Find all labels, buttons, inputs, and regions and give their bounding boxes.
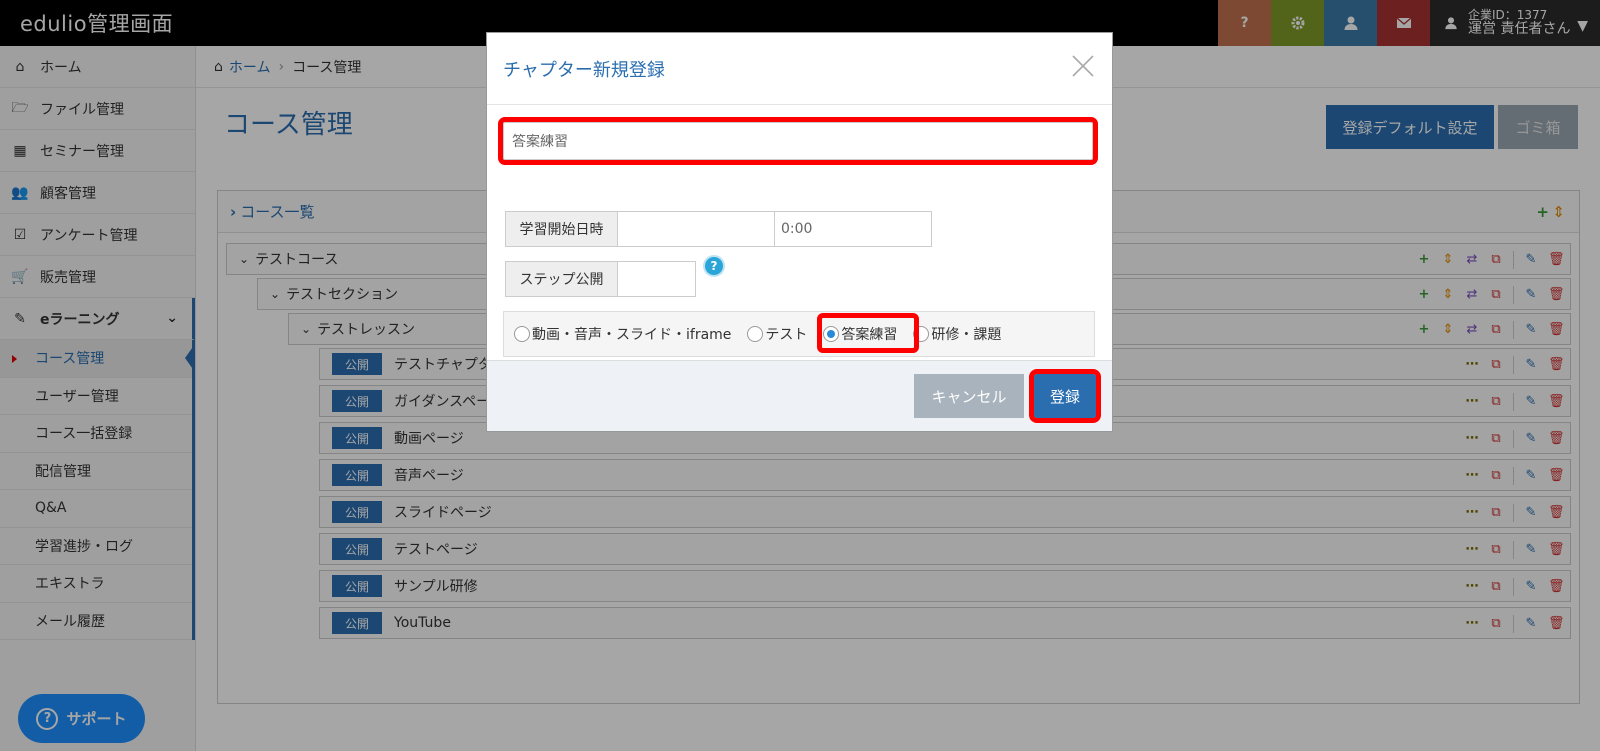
start-datetime-label: 学習開始日時: [505, 211, 618, 247]
type-option-label: 研修・課題: [931, 327, 1002, 343]
type-option-media[interactable]: 動画・音声・スライド・iframe: [514, 324, 731, 344]
highlight-frame: [817, 313, 919, 353]
chapter-type-radio-group: 動画・音声・スライド・iframe テスト 答案練習 研修・課題: [503, 311, 1095, 357]
modal-footer: キャンセル 登録: [487, 360, 1112, 431]
type-option-label: テスト: [765, 327, 808, 343]
modal-header: チャプター新規登録: [487, 33, 1112, 105]
type-option-test[interactable]: テスト: [747, 324, 807, 344]
start-date-input[interactable]: [617, 211, 775, 247]
type-option-training[interactable]: 研修・課題: [913, 324, 1001, 344]
help-icon[interactable]: ?: [703, 255, 725, 277]
type-option-label: 動画・音声・スライド・iframe: [532, 327, 732, 343]
step-publish-label: ステップ公開: [505, 261, 618, 297]
radio-icon: [514, 326, 530, 342]
radio-icon: [747, 326, 764, 342]
start-time-input[interactable]: 0:00: [774, 211, 932, 247]
chapter-create-modal: チャプター新規登録 答案練習 学習開始日時 0:00 ステップ公開 ? 動画・音…: [486, 32, 1113, 432]
modal-body: 答案練習 学習開始日時 0:00 ステップ公開 ? 動画・音声・スライド・ifr…: [487, 105, 1112, 395]
chapter-name-input[interactable]: 答案練習: [498, 117, 1098, 165]
cancel-button[interactable]: キャンセル: [914, 374, 1024, 418]
modal-title: チャプター新規登録: [503, 59, 665, 81]
close-icon[interactable]: [1070, 53, 1096, 79]
register-button[interactable]: 登録: [1029, 369, 1101, 423]
step-publish-input[interactable]: [617, 261, 696, 297]
